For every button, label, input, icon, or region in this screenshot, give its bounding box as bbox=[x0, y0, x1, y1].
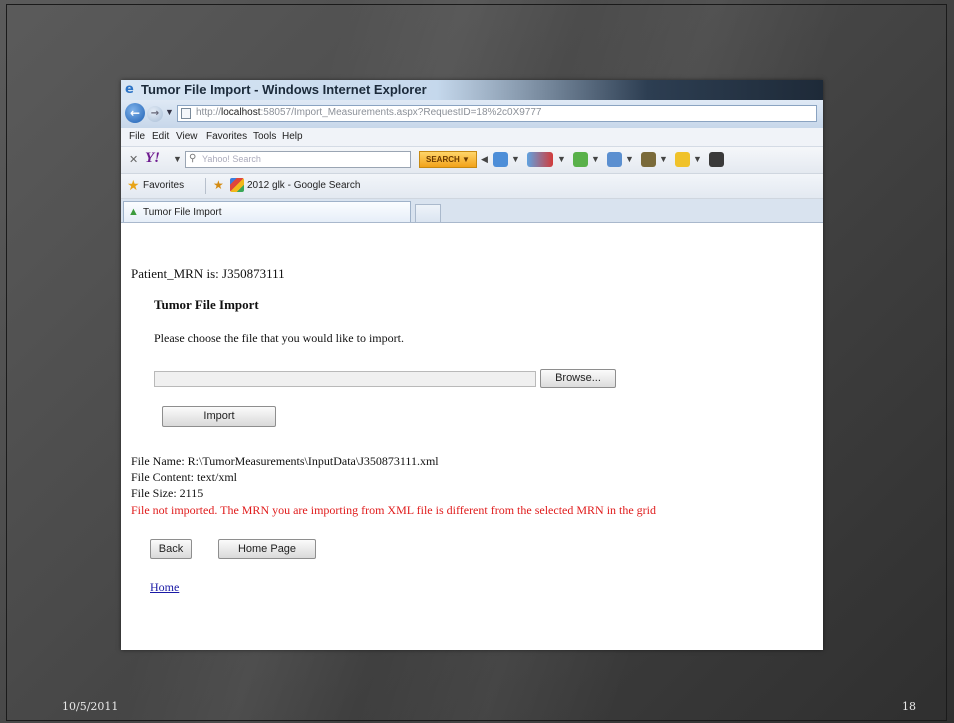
google-favicon-icon bbox=[230, 178, 244, 192]
favorites-star-icon[interactable]: ★ bbox=[127, 177, 140, 194]
error-message: File not imported. The MRN you are impor… bbox=[131, 503, 657, 517]
news-icon[interactable] bbox=[527, 152, 553, 167]
menu-edit[interactable]: Edit bbox=[152, 131, 169, 142]
favorites-bar: ★ Favorites ★ 2012 glk - Google Search bbox=[121, 174, 823, 199]
back-button[interactable]: Back bbox=[150, 539, 192, 559]
file-name-text: File Name: R:\TumorMeasurements\InputDat… bbox=[131, 454, 439, 468]
divider bbox=[205, 178, 206, 194]
games-icon[interactable] bbox=[607, 152, 622, 167]
slide-date: 10/5/2011 bbox=[62, 700, 119, 713]
home-link[interactable]: Home bbox=[150, 580, 179, 595]
search-placeholder: Yahoo! Search bbox=[202, 154, 261, 164]
finance-dropdown-icon[interactable]: ▼ bbox=[591, 154, 600, 164]
url-input[interactable]: http://localhost:58057/Import_Measuremen… bbox=[177, 105, 817, 122]
instruction-text: Please choose the file that you would li… bbox=[154, 331, 404, 345]
menu-help[interactable]: Help bbox=[282, 131, 303, 142]
favorite-link-google-search[interactable]: 2012 glk - Google Search bbox=[247, 180, 360, 191]
tab-tumor-file-import[interactable]: ▲ Tumor File Import bbox=[123, 201, 411, 222]
weather-icon[interactable] bbox=[675, 152, 690, 167]
slide-background: e Tumor File Import - Windows Internet E… bbox=[0, 0, 954, 723]
browse-button[interactable]: Browse... bbox=[540, 369, 616, 388]
history-dropdown-icon[interactable]: ▼ bbox=[165, 107, 174, 117]
news-dropdown-icon[interactable]: ▼ bbox=[557, 154, 566, 164]
forward-arrow-icon[interactable]: → bbox=[147, 106, 163, 122]
yahoo-logo[interactable]: Y! bbox=[145, 150, 160, 167]
toolbar-more-icon[interactable] bbox=[709, 152, 724, 167]
search-icon: ⚲ bbox=[189, 153, 197, 164]
page-icon bbox=[181, 108, 191, 119]
menu-file[interactable]: File bbox=[129, 131, 145, 142]
menu-bar: File Edit View Favorites Tools Help bbox=[121, 128, 823, 147]
home-page-button[interactable]: Home Page bbox=[218, 539, 316, 559]
back-arrow-icon[interactable]: ← bbox=[125, 103, 145, 123]
photos-dropdown-icon[interactable]: ▼ bbox=[659, 154, 668, 164]
patient-mrn-label: Patient_MRN is: J350873111 bbox=[131, 266, 285, 281]
page-favicon-icon: ▲ bbox=[128, 206, 139, 218]
ie-logo-icon: e bbox=[125, 82, 134, 97]
search-input[interactable]: ⚲ Yahoo! Search bbox=[185, 151, 411, 168]
page-title: Tumor File Import bbox=[154, 297, 259, 312]
tab-label: Tumor File Import bbox=[143, 207, 222, 218]
file-path-input[interactable] bbox=[154, 371, 536, 387]
menu-view[interactable]: View bbox=[176, 131, 198, 142]
mail-dropdown-icon[interactable]: ▼ bbox=[511, 154, 520, 164]
url-text: http://localhost:58057/Import_Measuremen… bbox=[196, 107, 542, 118]
menu-favorites[interactable]: Favorites bbox=[206, 131, 247, 142]
import-button[interactable]: Import bbox=[162, 406, 276, 427]
menu-tools[interactable]: Tools bbox=[253, 131, 276, 142]
browser-window: e Tumor File Import - Windows Internet E… bbox=[121, 80, 823, 650]
file-size-text: File Size: 2115 bbox=[131, 486, 204, 500]
close-toolbar-icon[interactable]: ✕ bbox=[129, 153, 138, 166]
add-favorite-icon[interactable]: ★ bbox=[213, 178, 224, 192]
toolbar-arrow-icon[interactable]: ◀ bbox=[481, 154, 488, 165]
mail-icon[interactable] bbox=[493, 152, 508, 167]
address-bar: ← → ▼ http://localhost:58057/Import_Meas… bbox=[121, 100, 823, 128]
title-bar: e Tumor File Import - Windows Internet E… bbox=[121, 80, 823, 100]
finance-icon[interactable] bbox=[573, 152, 588, 167]
new-tab-button[interactable] bbox=[415, 204, 441, 222]
favorites-button[interactable]: Favorites bbox=[143, 180, 184, 191]
file-content-text: File Content: text/xml bbox=[131, 470, 237, 484]
games-dropdown-icon[interactable]: ▼ bbox=[625, 154, 634, 164]
search-button[interactable]: SEARCH ▼ bbox=[419, 151, 477, 168]
photos-icon[interactable] bbox=[641, 152, 656, 167]
search-toolbar: ✕ Y! ▼ ⚲ Yahoo! Search SEARCH ▼ ◀ ▼ ▼ ▼ … bbox=[121, 147, 823, 174]
slide-number: 18 bbox=[902, 700, 916, 713]
page-content: Patient_MRN is: J350873111 Tumor File Im… bbox=[121, 223, 823, 650]
weather-dropdown-icon[interactable]: ▼ bbox=[693, 154, 702, 164]
tab-bar: ▲ Tumor File Import bbox=[121, 199, 823, 223]
yahoo-dropdown-icon[interactable]: ▼ bbox=[173, 154, 182, 164]
window-title: Tumor File Import - Windows Internet Exp… bbox=[141, 82, 427, 97]
